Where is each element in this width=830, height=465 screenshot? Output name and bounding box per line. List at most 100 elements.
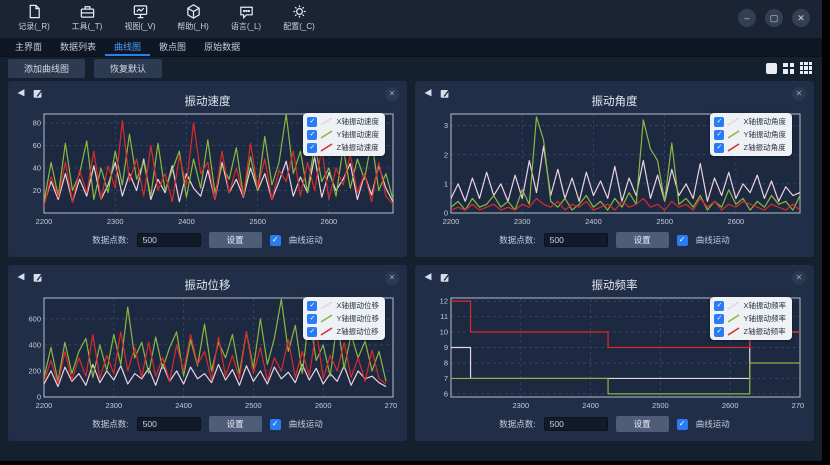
points-count-input[interactable] bbox=[137, 233, 201, 247]
layout-grid-3x3-icon[interactable] bbox=[800, 62, 812, 74]
toolbar-item-language[interactable]: 语言(_L) bbox=[224, 3, 268, 32]
svg-text:2700: 2700 bbox=[792, 401, 804, 410]
marker-icon[interactable] bbox=[422, 271, 434, 283]
settings-button[interactable]: 设置 bbox=[616, 416, 669, 432]
legend-checkbox[interactable]: ✓ bbox=[714, 117, 724, 127]
svg-text:12: 12 bbox=[440, 297, 448, 306]
legend-item: ✓ Y轴振动频率 bbox=[714, 313, 786, 324]
toolbar-item-label: 视图(_V) bbox=[124, 21, 155, 32]
points-count-input[interactable] bbox=[544, 417, 608, 431]
edit-icon[interactable] bbox=[32, 87, 44, 99]
svg-text:200: 200 bbox=[28, 366, 41, 375]
settings-button[interactable]: 设置 bbox=[209, 416, 262, 432]
legend-label: Y轴振动位移 bbox=[336, 313, 379, 324]
curve-motion-checkbox[interactable]: ✓ bbox=[270, 419, 281, 430]
curve-motion-checkbox[interactable]: ✓ bbox=[677, 235, 688, 246]
svg-text:2600: 2600 bbox=[321, 217, 338, 226]
legend-checkbox[interactable]: ✓ bbox=[307, 314, 317, 324]
panel-close-icon[interactable]: ✕ bbox=[792, 271, 806, 285]
points-count-input[interactable] bbox=[544, 233, 608, 247]
svg-text:2500: 2500 bbox=[652, 401, 669, 410]
tab-main[interactable]: 主界面 bbox=[6, 38, 51, 56]
curve-motion-checkbox[interactable]: ✓ bbox=[677, 419, 688, 430]
legend-checkbox[interactable]: ✓ bbox=[307, 327, 317, 337]
marker-icon[interactable] bbox=[15, 271, 27, 283]
legend-label: Y轴振动频率 bbox=[743, 313, 786, 324]
curve-motion-checkbox[interactable]: ✓ bbox=[270, 235, 281, 246]
toolbar-item-record[interactable]: 记录(_R) bbox=[12, 3, 56, 32]
svg-text:2400: 2400 bbox=[585, 217, 602, 226]
legend-checkbox[interactable]: ✓ bbox=[714, 301, 724, 311]
toolbar-item-tools[interactable]: 工具(_T) bbox=[65, 3, 109, 32]
legend-item: ✓Y轴振动速度 bbox=[307, 129, 379, 140]
chart-title: 振动速度 bbox=[8, 93, 407, 107]
close-button[interactable]: ✕ bbox=[792, 9, 810, 27]
toolbar-item-label: 工具(_T) bbox=[72, 21, 103, 32]
svg-text:0: 0 bbox=[444, 209, 448, 218]
legend-checkbox[interactable]: ✓ bbox=[307, 143, 317, 153]
legend-checkbox[interactable]: ✓ bbox=[714, 143, 724, 153]
tab-scatter-chart[interactable]: 散点图 bbox=[150, 38, 195, 56]
layout-single-icon[interactable] bbox=[766, 63, 777, 74]
legend-item: ✓X轴振动频率 bbox=[714, 300, 786, 311]
monitor-chart-icon bbox=[132, 3, 149, 20]
legend-checkbox[interactable]: ✓ bbox=[307, 301, 317, 311]
svg-text:0: 0 bbox=[37, 393, 41, 402]
tab-data-list[interactable]: 数据列表 bbox=[51, 38, 105, 56]
edit-icon[interactable] bbox=[32, 271, 44, 283]
marker-icon[interactable] bbox=[15, 87, 27, 99]
svg-text:2500: 2500 bbox=[245, 401, 262, 410]
tab-raw-data[interactable]: 原始数据 bbox=[195, 38, 249, 56]
toolbar-item-view[interactable]: 视图(_V) bbox=[118, 3, 162, 32]
legend-line-sample bbox=[727, 301, 740, 310]
settings-button[interactable]: 设置 bbox=[616, 232, 669, 248]
svg-text:2300: 2300 bbox=[514, 217, 531, 226]
toolbar-item-label: 配置(_C) bbox=[283, 21, 315, 32]
svg-text:2300: 2300 bbox=[107, 217, 124, 226]
curve-motion-label: 曲线运动 bbox=[696, 418, 730, 430]
reset-default-button[interactable]: 恢复默认 bbox=[94, 59, 162, 78]
panel-close-icon[interactable]: ✕ bbox=[385, 87, 399, 101]
legend-checkbox[interactable]: ✓ bbox=[714, 130, 724, 140]
legend-checkbox[interactable]: ✓ bbox=[307, 117, 317, 127]
legend-checkbox[interactable]: ✓ bbox=[714, 327, 724, 337]
legend-label: X轴振动速度 bbox=[336, 116, 379, 127]
points-count-label: 数据点数: bbox=[499, 234, 535, 246]
legend-checkbox[interactable]: ✓ bbox=[714, 314, 724, 324]
svg-text:10: 10 bbox=[440, 328, 448, 337]
svg-text:2400: 2400 bbox=[582, 401, 599, 410]
panel-close-icon[interactable]: ✕ bbox=[385, 271, 399, 285]
edit-icon[interactable] bbox=[439, 271, 451, 283]
maximize-button[interactable]: ▢ bbox=[765, 9, 783, 27]
minimize-button[interactable]: – bbox=[738, 9, 756, 27]
svg-text:7: 7 bbox=[444, 374, 448, 383]
window-controls: – ▢ ✕ bbox=[738, 9, 810, 27]
svg-text:40: 40 bbox=[33, 164, 41, 173]
panel-close-icon[interactable]: ✕ bbox=[792, 87, 806, 101]
legend-checkbox[interactable]: ✓ bbox=[307, 130, 317, 140]
svg-text:3: 3 bbox=[444, 121, 448, 130]
chart-legend: ✓X轴振动速度✓Y轴振动速度✓Z轴振动速度 bbox=[303, 113, 385, 156]
legend-item: ✓ Z轴振动角度 bbox=[714, 142, 786, 153]
speech-bubble-icon bbox=[238, 3, 255, 20]
legend-line-sample bbox=[320, 117, 333, 126]
gear-icon bbox=[291, 3, 308, 20]
edit-icon[interactable] bbox=[439, 87, 451, 99]
chart-title: 振动角度 bbox=[415, 93, 814, 107]
settings-button[interactable]: 设置 bbox=[209, 232, 262, 248]
add-curve-chart-button[interactable]: 添加曲线图 bbox=[8, 59, 85, 78]
svg-text:6: 6 bbox=[444, 389, 448, 398]
points-count-input[interactable] bbox=[137, 417, 201, 431]
marker-icon[interactable] bbox=[422, 87, 434, 99]
toolbar-item-config[interactable]: 配置(_C) bbox=[277, 3, 321, 32]
toolbar-item-help[interactable]: 帮助(_H) bbox=[171, 3, 215, 32]
layout-grid-2x2-icon[interactable] bbox=[783, 63, 794, 74]
svg-text:2: 2 bbox=[444, 150, 448, 159]
legend-label: Z轴振动角度 bbox=[743, 142, 785, 153]
svg-text:9: 9 bbox=[444, 343, 448, 352]
legend-label: X轴振动位移 bbox=[336, 300, 379, 311]
legend-item: ✓ X轴振动速度 bbox=[307, 116, 379, 127]
tab-curve-chart[interactable]: 曲线图 bbox=[105, 38, 150, 56]
points-count-label: 数据点数: bbox=[92, 418, 128, 430]
svg-text:2200: 2200 bbox=[36, 401, 53, 410]
